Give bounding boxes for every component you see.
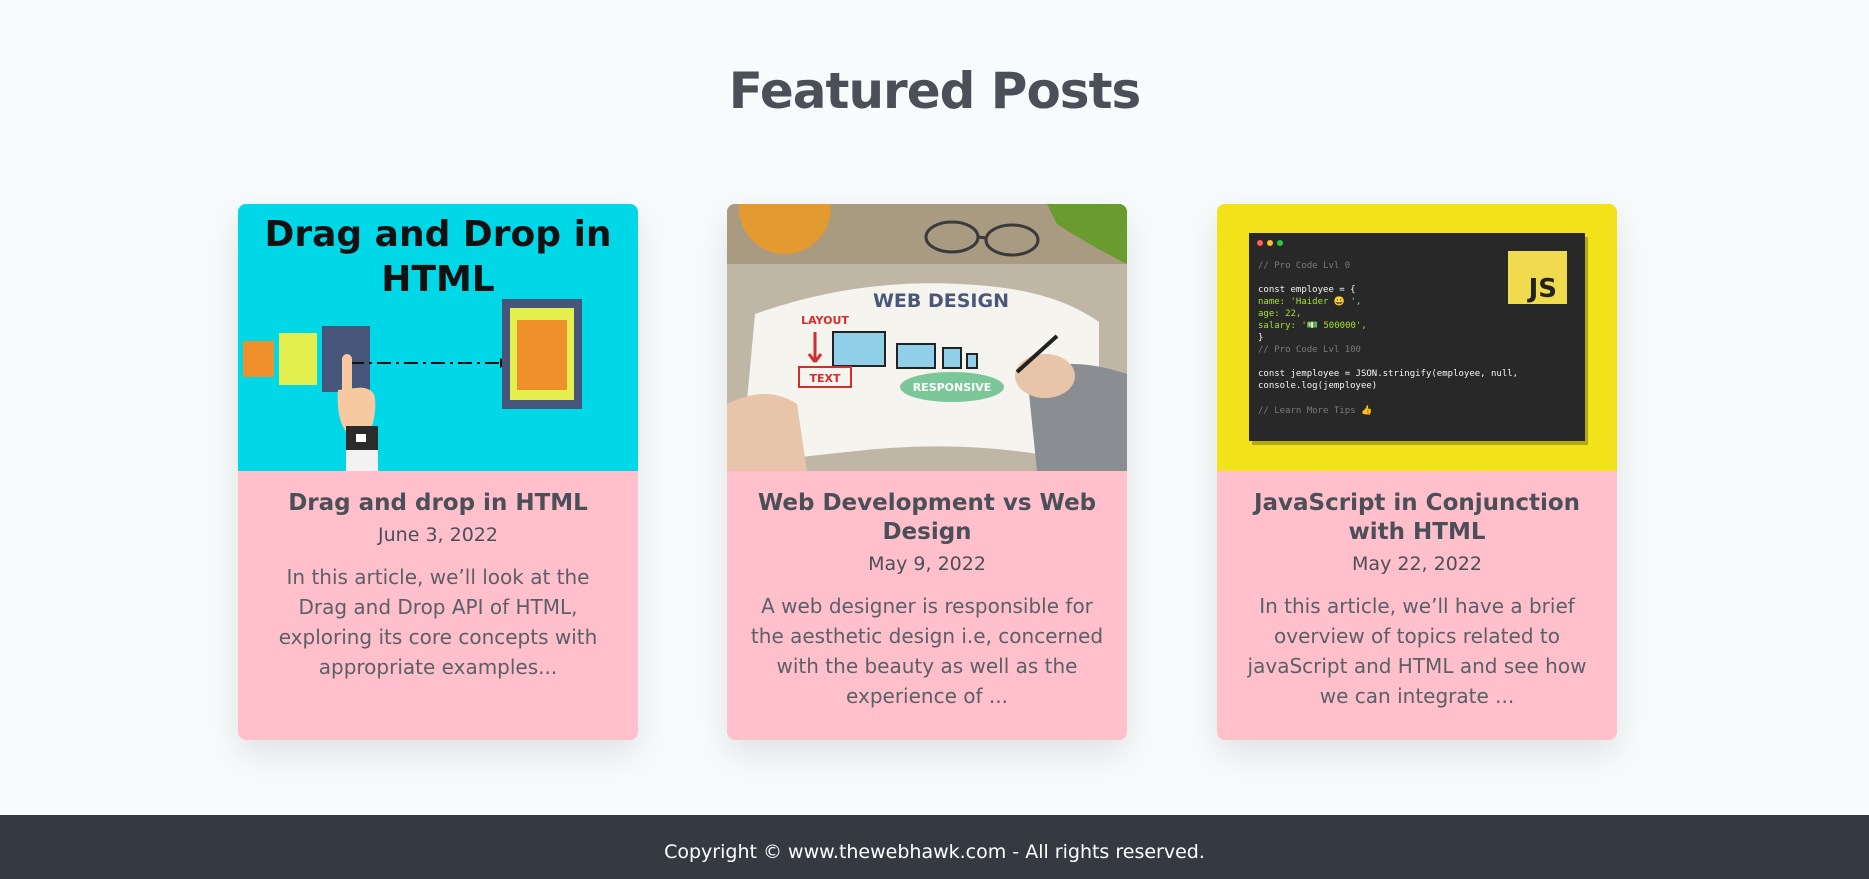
left-hand: [727, 394, 807, 471]
orange-block: [243, 341, 274, 377]
drag-and-drop-illustration: Drag and Drop in HTML: [238, 204, 638, 471]
code-line: // Pro Code Lvl 100: [1258, 345, 1361, 355]
code-line: // Learn More Tips 👍: [1258, 404, 1372, 416]
post-excerpt: In this article, we’ll have a brief over…: [1247, 594, 1587, 708]
site-footer: Copyright © www.thewebhawk.com - All rig…: [0, 815, 1869, 879]
post-card-javascript-html[interactable]: JS // Pro Code Lvl 0 const employee = { …: [1217, 204, 1617, 740]
code-line: // Pro Code Lvl 0: [1258, 261, 1350, 271]
post-card-web-dev-vs-design[interactable]: WEB DESIGN LAYOUT TEXT RESPONSIVE Web De…: [727, 204, 1127, 740]
post-card-body: Web Development vs Web Design May 9, 202…: [727, 471, 1127, 711]
post-title[interactable]: Drag and drop in HTML: [258, 489, 618, 518]
web-design-sketch-photo: WEB DESIGN LAYOUT TEXT RESPONSIVE: [727, 204, 1127, 471]
post-title[interactable]: JavaScript in Conjunction with HTML: [1237, 489, 1597, 547]
copyright-text: Copyright © www.thewebhawk.com - All rig…: [664, 841, 1205, 863]
javascript-code-illustration: JS // Pro Code Lvl 0 const employee = { …: [1217, 204, 1617, 471]
post-card-body: Drag and drop in HTML June 3, 2022 In th…: [238, 471, 638, 682]
code-line: }: [1258, 333, 1263, 343]
code-line: console.log(jemployee): [1258, 381, 1377, 391]
post-excerpt: A web designer is responsible for the ae…: [750, 594, 1104, 708]
code-line: age: 22,: [1258, 309, 1301, 319]
code-line: const jemployee = JSON.stringify(employe…: [1258, 369, 1518, 379]
page-title: Featured Posts: [728, 62, 1141, 120]
yellow-block: [279, 333, 317, 385]
post-date: May 22, 2022: [1352, 553, 1482, 575]
thumb-heading-line2: HTML: [381, 259, 494, 300]
close-dot-icon: [1257, 240, 1263, 246]
code-line: salary: '💵 500000',: [1258, 321, 1367, 331]
maximize-dot-icon: [1277, 240, 1283, 246]
sketch-label-responsive: RESPONSIVE: [913, 381, 992, 394]
post-title[interactable]: Web Development vs Web Design: [747, 489, 1107, 547]
right-hand: [1015, 354, 1075, 398]
post-card-drag-and-drop[interactable]: Drag and Drop in HTML Drag and drop in H…: [238, 204, 638, 740]
post-date: May 9, 2022: [868, 553, 986, 575]
post-thumbnail[interactable]: Drag and Drop in HTML: [238, 204, 638, 471]
thumb-heading-line1: Drag and Drop in: [264, 214, 611, 255]
post-thumbnail[interactable]: JS // Pro Code Lvl 0 const employee = { …: [1217, 204, 1617, 471]
code-line: const employee = {: [1258, 285, 1356, 295]
post-date: June 3, 2022: [378, 524, 498, 546]
post-card-body: JavaScript in Conjunction with HTML May …: [1217, 471, 1617, 711]
sketch-label-layout: LAYOUT: [801, 314, 849, 327]
code-line: name: 'Haider 😀 ',: [1258, 296, 1361, 307]
minimize-dot-icon: [1267, 240, 1273, 246]
js-badge-text: JS: [1527, 274, 1557, 304]
featured-posts-grid: Drag and Drop in HTML Drag and drop in H…: [238, 204, 1618, 740]
sketch-heading: WEB DESIGN: [873, 290, 1009, 312]
post-excerpt: In this article, we’ll look at the Drag …: [278, 565, 598, 679]
post-thumbnail[interactable]: WEB DESIGN LAYOUT TEXT RESPONSIVE: [727, 204, 1127, 471]
sketch-label-text: TEXT: [809, 372, 840, 385]
